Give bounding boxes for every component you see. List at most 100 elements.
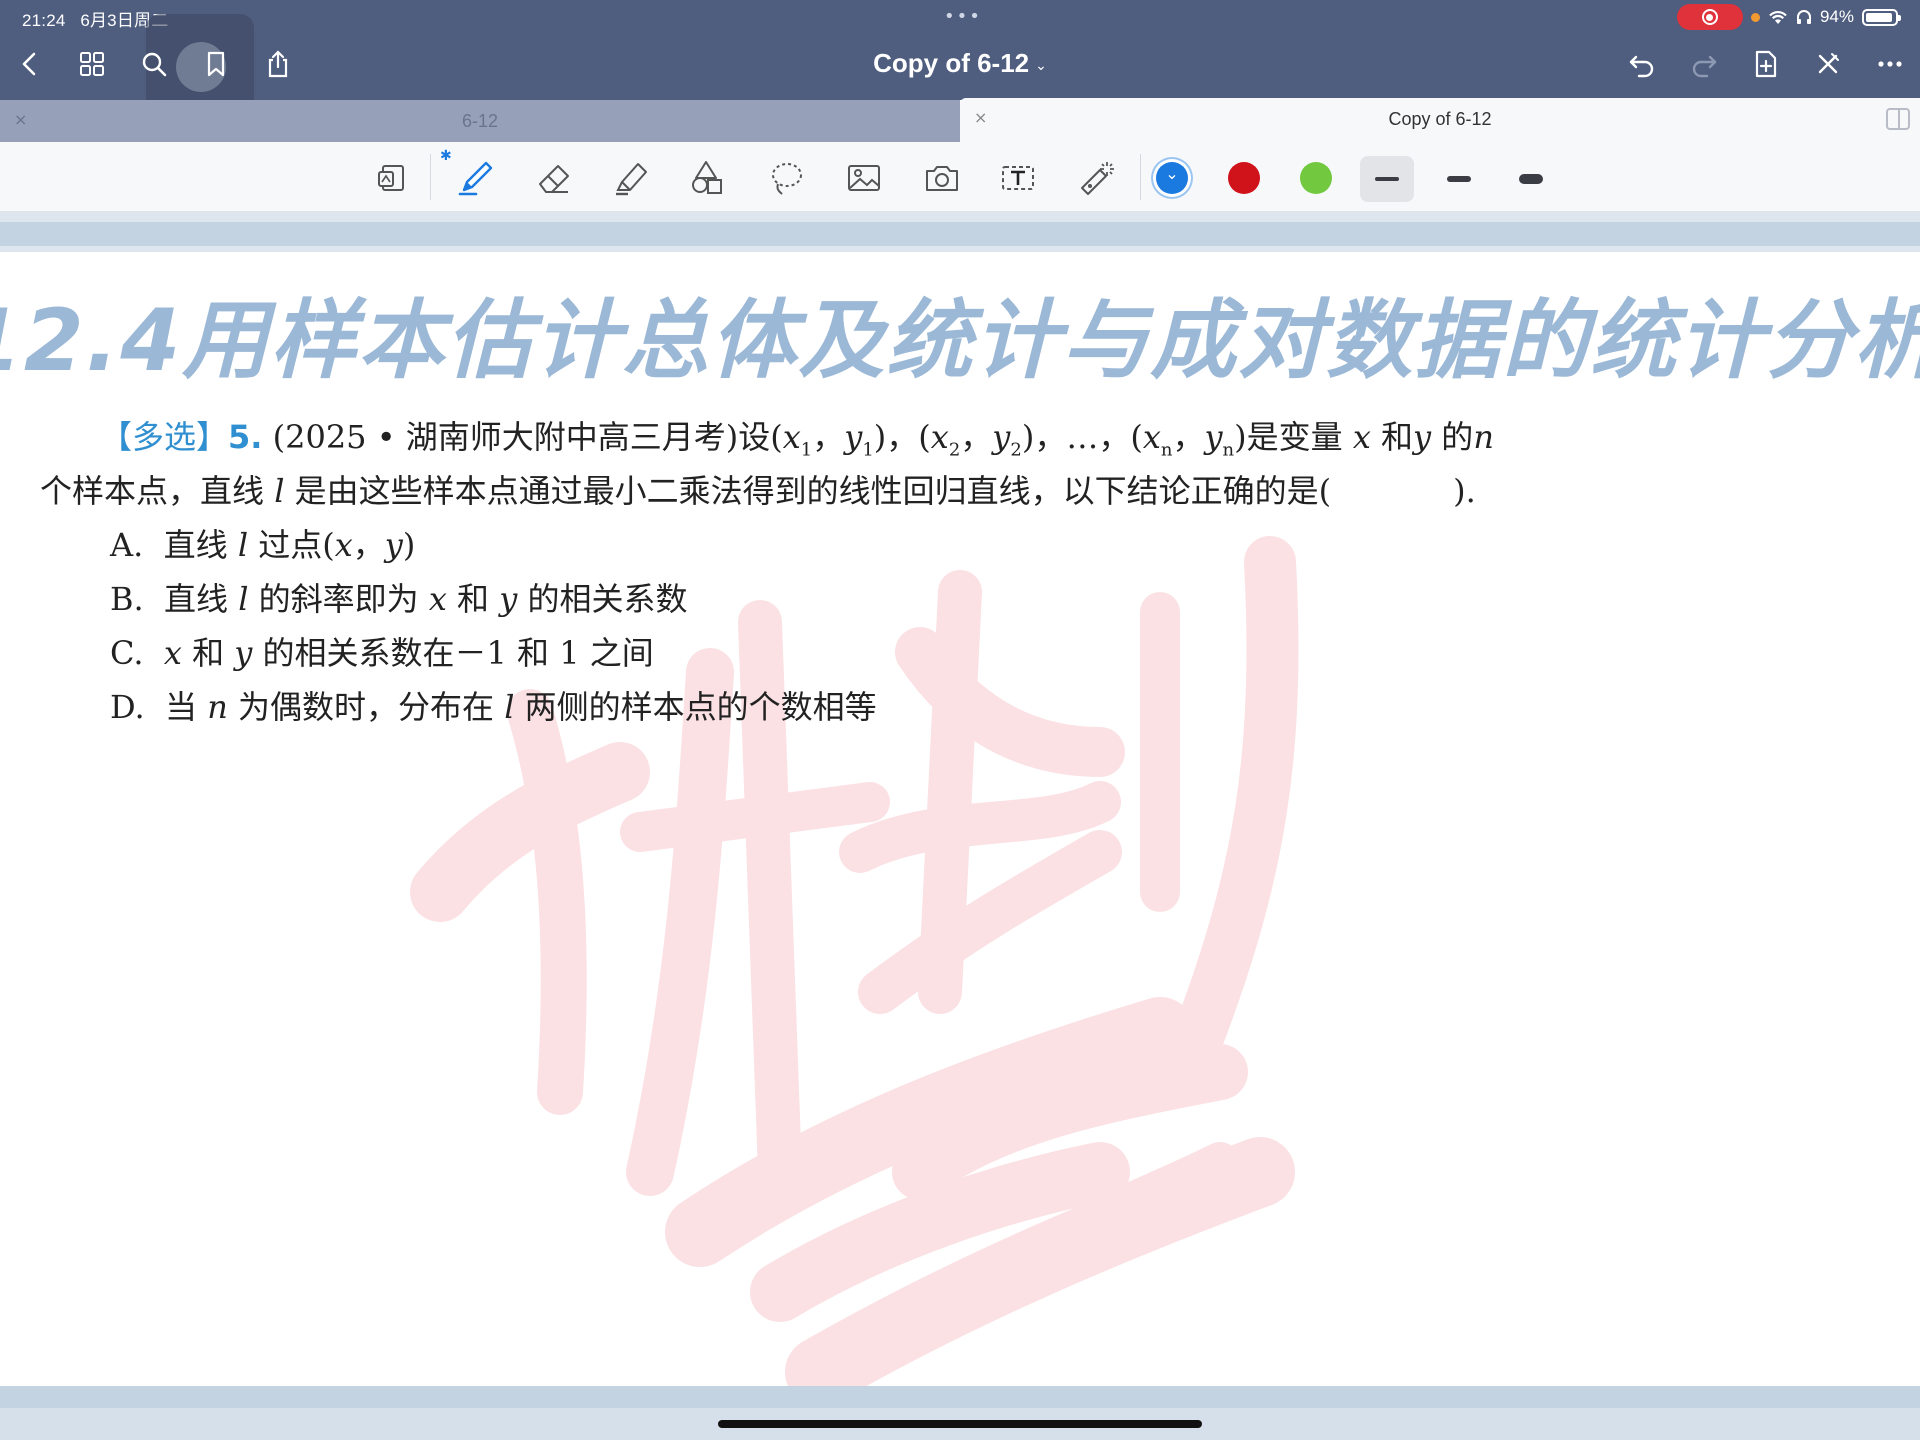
stem-text: ， bbox=[960, 418, 993, 456]
image-tool[interactable] bbox=[838, 152, 890, 204]
stroke-medium-sample bbox=[1447, 176, 1471, 182]
option-d[interactable]: D. 当 n 为偶数时，分布在 l 两侧的样本点的个数相等 bbox=[110, 682, 877, 728]
tab-copy-of-6-12[interactable]: × Copy of 6-12 bbox=[960, 98, 1920, 142]
shapes-tool[interactable] bbox=[682, 152, 734, 204]
math-var: x bbox=[782, 418, 801, 456]
document-page[interactable]: 12.4用样本估计总体及统计与成对数据的统计分析 【多选】5. (2025 • … bbox=[0, 252, 1920, 1386]
laser-pointer-icon bbox=[1081, 162, 1114, 195]
answer-blank[interactable] bbox=[1331, 472, 1453, 510]
headphones-icon bbox=[1796, 10, 1811, 24]
stem-text: )是变量 bbox=[1234, 418, 1343, 456]
question-line-2: 个样本点，直线 l 是由这些样本点通过最小二乘法得到的线性回归直线，以下结论正确… bbox=[40, 466, 1476, 512]
close-pen-mode-button[interactable] bbox=[1808, 44, 1848, 84]
shapes-icon bbox=[692, 161, 722, 194]
drawing-toolbar: ✱ bbox=[0, 142, 1920, 212]
text-tool[interactable] bbox=[992, 152, 1044, 204]
math-var: x bbox=[428, 580, 447, 618]
option-a[interactable]: A. 直线 l 过点(x，y) bbox=[110, 520, 415, 566]
share-icon bbox=[268, 50, 288, 78]
option-text: ) bbox=[402, 526, 416, 564]
toolbar-divider bbox=[430, 154, 431, 200]
eraser-tool[interactable] bbox=[528, 152, 580, 204]
stroke-medium-option[interactable] bbox=[1432, 156, 1486, 202]
option-text: 和 bbox=[446, 580, 500, 618]
stem-text: 和 bbox=[1381, 418, 1414, 456]
tab-6-12[interactable]: × 6-12 bbox=[0, 100, 960, 142]
read-mode-tool[interactable] bbox=[368, 152, 420, 204]
option-c[interactable]: C. x 和 y 的相关系数在－1 和 1 之间 bbox=[110, 628, 654, 674]
undo-icon bbox=[1629, 55, 1654, 78]
math-var: y bbox=[234, 634, 253, 672]
highlighter-tool[interactable] bbox=[606, 152, 658, 204]
search-icon bbox=[142, 52, 167, 77]
search-button[interactable] bbox=[134, 44, 174, 84]
math-var: y bbox=[992, 418, 1011, 456]
math-var: x bbox=[334, 526, 353, 564]
option-text: 直线 bbox=[163, 526, 238, 564]
camera-tool[interactable] bbox=[916, 152, 968, 204]
stroke-thick-sample bbox=[1519, 174, 1543, 184]
record-icon bbox=[1701, 9, 1718, 25]
math-var: x bbox=[1352, 418, 1371, 456]
stroke-thick-option[interactable] bbox=[1504, 156, 1558, 202]
option-text: 为偶数时，分布在 bbox=[227, 688, 505, 726]
more-button[interactable] bbox=[1870, 44, 1910, 84]
stroke-thin-option[interactable] bbox=[1360, 156, 1414, 202]
camera-icon bbox=[926, 166, 958, 191]
redo-button[interactable] bbox=[1684, 44, 1724, 84]
add-page-button[interactable] bbox=[1746, 44, 1786, 84]
split-view-icon[interactable] bbox=[1886, 108, 1910, 130]
stem-text: ， bbox=[812, 418, 845, 456]
mic-in-use-dot bbox=[1750, 12, 1760, 22]
top-navigation-bar: 21:24 6月3日周二 ••• 94% Copy of 6-12 ⌄ bbox=[0, 0, 1920, 120]
stem-text: 的 bbox=[1441, 418, 1474, 456]
laser-pointer-tool[interactable] bbox=[1070, 152, 1122, 204]
home-indicator[interactable] bbox=[718, 1420, 1202, 1428]
wifi-icon bbox=[1769, 11, 1787, 24]
option-letter: D. bbox=[110, 688, 145, 726]
undo-button[interactable] bbox=[1622, 44, 1662, 84]
color-red-swatch[interactable] bbox=[1228, 162, 1260, 194]
option-letter: B. bbox=[110, 580, 144, 618]
pen-tool[interactable] bbox=[450, 152, 502, 204]
question-number: 5. bbox=[228, 418, 263, 456]
tab-label: 6-12 bbox=[461, 111, 499, 131]
math-sub: n bbox=[1160, 439, 1173, 461]
thumbnails-button[interactable] bbox=[72, 44, 112, 84]
page-separator-top bbox=[0, 212, 1920, 252]
option-text: 的相关系数 bbox=[517, 580, 688, 618]
option-b[interactable]: B. 直线 l 的斜率即为 x 和 y 的相关系数 bbox=[110, 574, 687, 620]
bookmark-button[interactable] bbox=[196, 44, 236, 84]
color-green-swatch[interactable] bbox=[1300, 162, 1332, 194]
lasso-tool[interactable] bbox=[760, 152, 812, 204]
multi-select-tag: 【多选】 bbox=[100, 418, 229, 456]
image-icon bbox=[848, 165, 880, 191]
pen-icon bbox=[458, 161, 493, 196]
math-var: x bbox=[163, 634, 182, 672]
math-sub: 2 bbox=[1010, 439, 1022, 461]
math-var: l bbox=[504, 688, 515, 726]
math-var: y bbox=[1413, 418, 1432, 456]
page-separator-bottom bbox=[0, 1386, 1920, 1440]
option-text: 直线 bbox=[164, 580, 239, 618]
share-button[interactable] bbox=[258, 44, 298, 84]
stem-text: )，( bbox=[873, 418, 931, 456]
document-title-text: Copy of 6-12 bbox=[873, 48, 1030, 78]
math-var: y bbox=[384, 526, 403, 564]
math-sub: 1 bbox=[800, 439, 813, 461]
question-line-1: 【多选】5. (2025 • 湖南师大附中高三月考)设(x1，y1)，(x2，y… bbox=[100, 412, 1494, 460]
multitasking-dots[interactable]: ••• bbox=[944, 6, 982, 27]
read-mode-icon bbox=[378, 165, 404, 191]
screen-recording-indicator[interactable] bbox=[1676, 4, 1743, 30]
back-button[interactable] bbox=[10, 44, 50, 84]
text-box-icon bbox=[1002, 166, 1034, 190]
battery-icon bbox=[1862, 8, 1901, 26]
math-sub: 1 bbox=[862, 439, 874, 461]
option-text: 的相关系数在－1 和 1 之间 bbox=[252, 634, 654, 672]
status-indicators: 94% bbox=[1676, 4, 1901, 30]
math-var: l bbox=[274, 472, 285, 510]
option-text: 当 bbox=[165, 688, 208, 726]
document-tabs: × 6-12 × Copy of 6-12 bbox=[0, 98, 1920, 142]
color-blue-swatch[interactable] bbox=[1156, 162, 1188, 194]
add-page-icon bbox=[1755, 50, 1777, 78]
